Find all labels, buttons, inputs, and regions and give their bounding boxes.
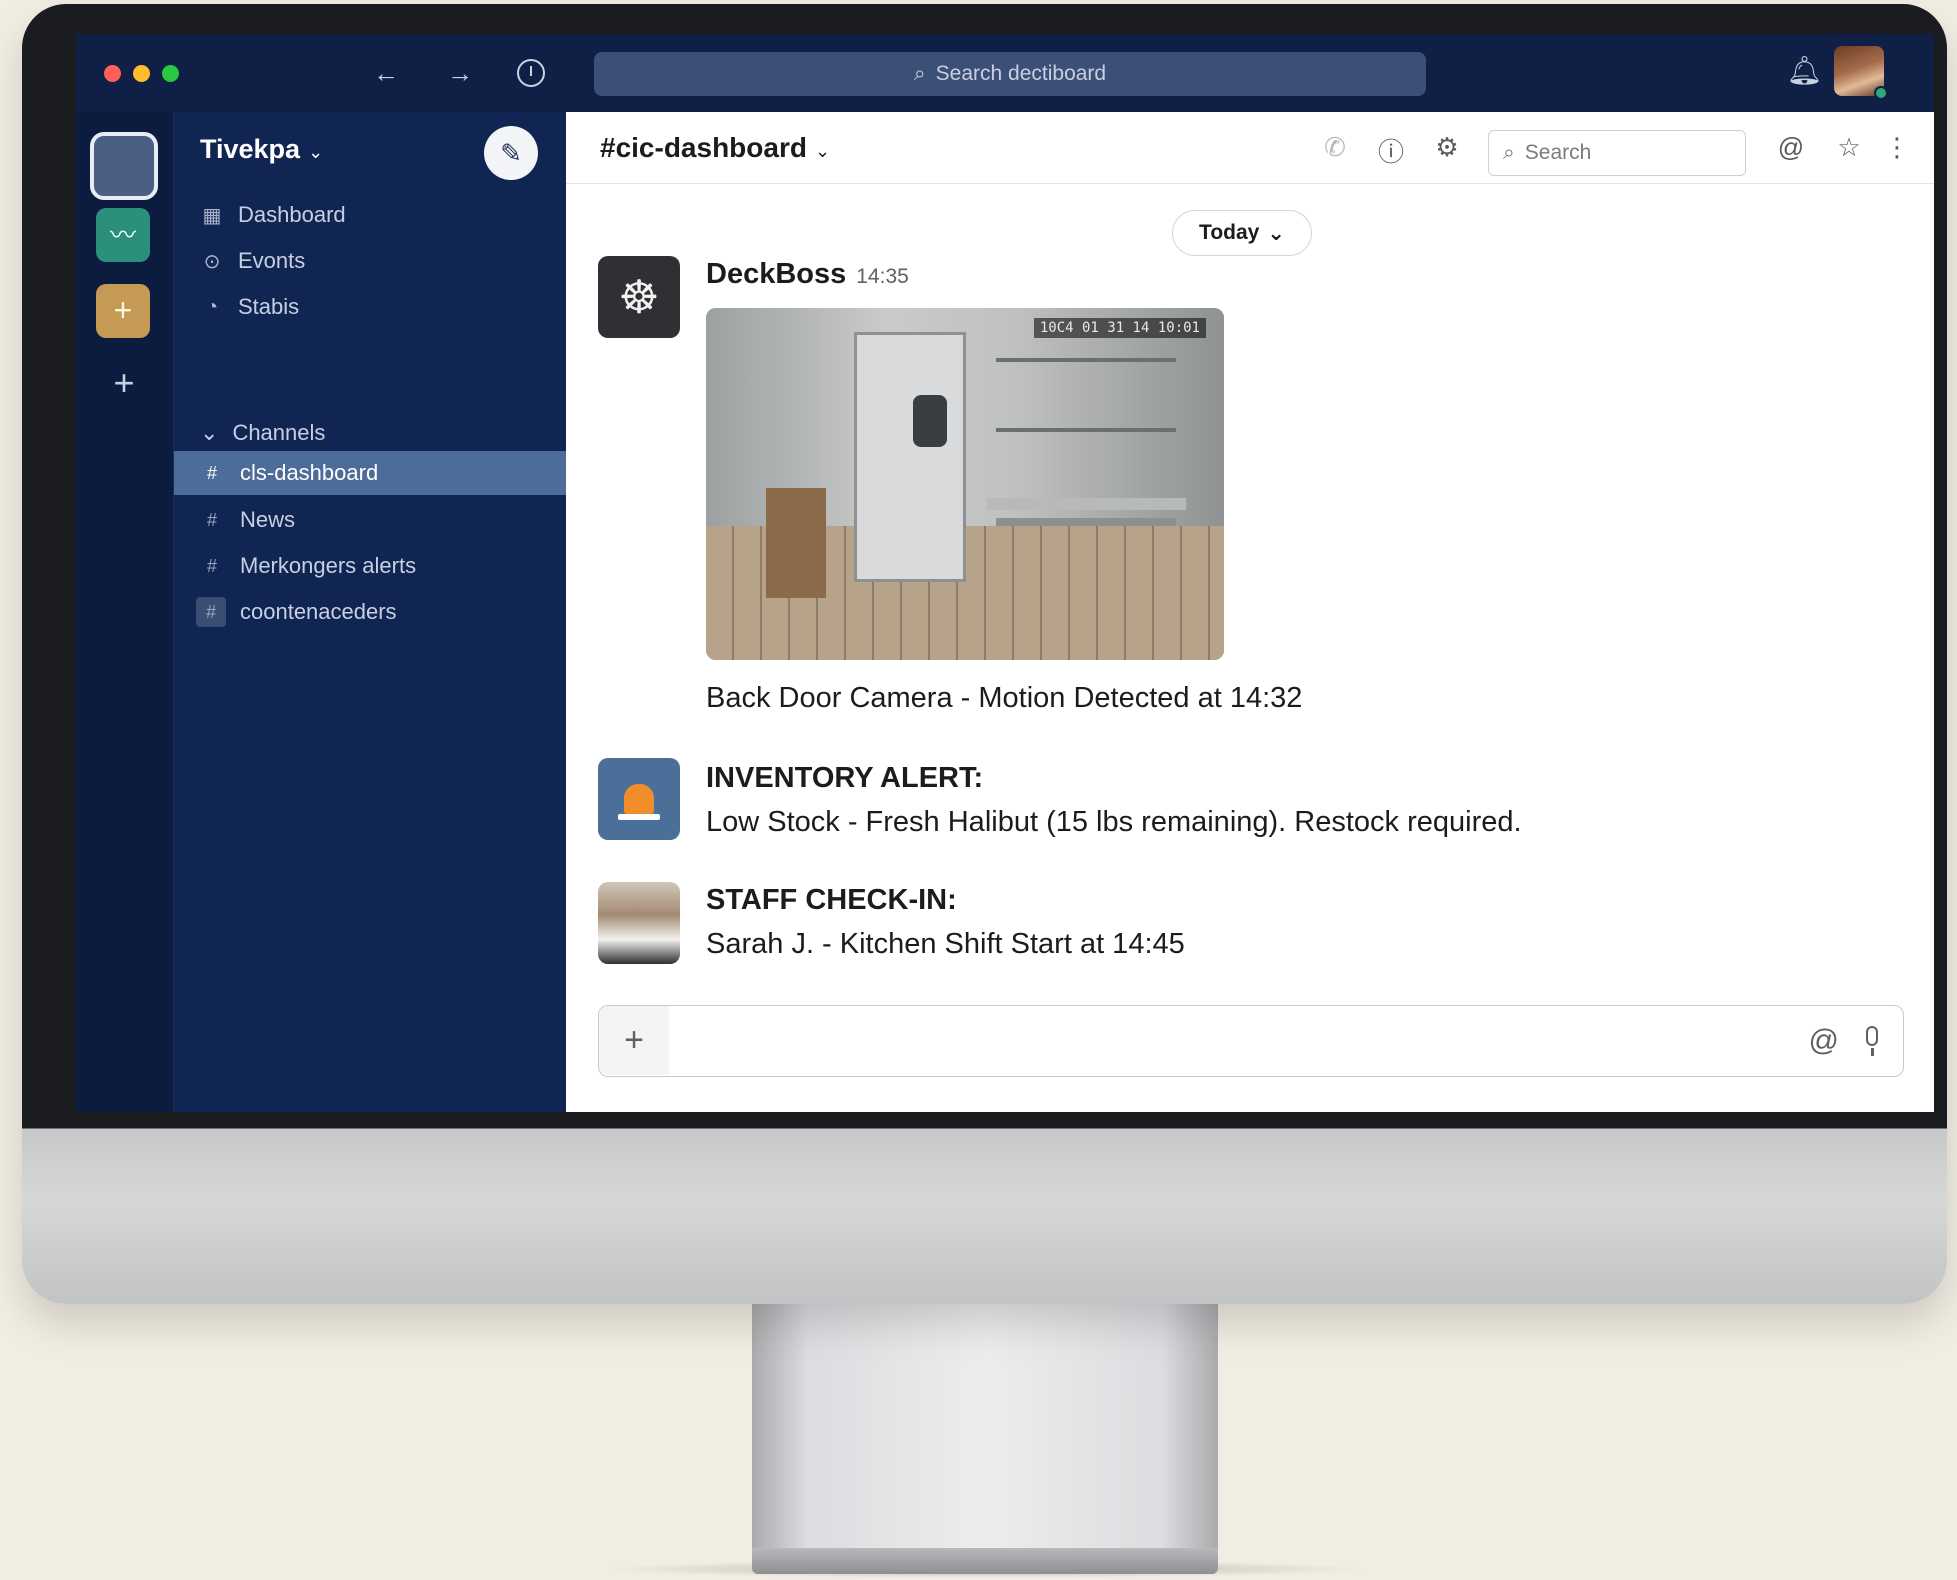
star-icon[interactable]: ☆	[1832, 132, 1866, 163]
date-divider-label: Today	[1199, 221, 1260, 244]
date-divider-button[interactable]: Today ⌄	[1172, 210, 1312, 256]
forward-arrow-icon[interactable]: →	[443, 58, 477, 89]
author-name: DeckBoss	[706, 258, 847, 290]
channel-search-placeholder: Search	[1524, 141, 1592, 164]
global-search-placeholder: Search dectiboard	[935, 62, 1107, 85]
search-icon: ⌕	[913, 62, 926, 85]
chevron-down-icon: ⌄	[814, 141, 831, 161]
message-text: Back Door Camera - Motion Detected at 14…	[706, 682, 1303, 714]
message-heading: INVENTORY ALERT:	[706, 762, 984, 794]
window-controls	[104, 64, 179, 82]
monitor-stand	[752, 1300, 1218, 1548]
channel-title: #cic-dashboard	[600, 132, 807, 163]
presence-indicator	[1874, 86, 1888, 100]
alert-avatar[interactable]	[598, 758, 680, 840]
message-author[interactable]: DeckBoss 14:35	[706, 258, 909, 291]
compose-button[interactable]: ✎	[484, 126, 538, 180]
message-composer[interactable]: + @	[598, 1005, 1904, 1077]
mention-icon[interactable]: @	[1774, 132, 1808, 163]
sidebar-item-channel[interactable]: # Merkongers alerts	[174, 544, 566, 588]
workspace-name-menu[interactable]: Tivekpa ⌄	[200, 134, 323, 165]
sidebar-item-channel[interactable]: # cls-dashboard	[174, 451, 566, 495]
settings-icon[interactable]: ⚙	[1430, 132, 1464, 163]
channel-label: Merkongers alerts	[240, 553, 417, 578]
workspace-switcher-active[interactable]	[90, 132, 158, 200]
sidebar-item-channel[interactable]: # coontenaceders	[174, 590, 566, 634]
camera-table	[986, 498, 1186, 510]
message-text: Sarah J. - Kitchen Shift Start at 14:45	[706, 928, 1185, 960]
global-search-bar[interactable]: ⌕ Search dectiboard	[594, 52, 1426, 96]
ship-wheel-icon: ☸	[618, 271, 660, 323]
siren-icon	[624, 784, 654, 814]
workspace-rail: 〰 + +	[76, 112, 174, 1112]
title-bar: ← → ⌕ Search dectiboard 🔔︎	[76, 34, 1934, 112]
history-navigation: ← →	[369, 58, 545, 89]
plus-workspace-icon[interactable]: +	[96, 284, 150, 338]
channel-title-menu[interactable]: #cic-dashboard ⌄	[600, 132, 830, 164]
bell-icon[interactable]: 🔔︎	[1786, 54, 1822, 87]
workspace-name: Tivekpa	[200, 134, 301, 164]
sidebar-item-channel[interactable]: # News	[174, 498, 566, 542]
sidebar-item-events[interactable]: ⊙ Evonts	[200, 248, 306, 274]
camera-timestamp: 10C4 01 31 14 10:01	[1033, 318, 1206, 338]
chart-workspace-icon[interactable]: 〰	[96, 208, 150, 262]
microphone-stem	[1871, 1048, 1874, 1056]
channel-label: cls-dashboard	[240, 460, 379, 485]
sidebar-item-label: Dashboard	[238, 202, 346, 227]
minimize-window-button[interactable]	[133, 64, 150, 82]
chevron-down-icon: ⌄	[308, 142, 324, 162]
close-window-button[interactable]	[104, 64, 121, 82]
siren-base	[618, 814, 660, 820]
sidebar-item-label: Stabis	[238, 294, 300, 319]
mention-icon[interactable]: @	[1809, 1024, 1839, 1058]
chevron-down-icon: ⌄	[200, 420, 219, 445]
phone-icon[interactable]: ✆	[1318, 132, 1352, 163]
stats-icon: ◔	[205, 295, 219, 318]
camera-shelf	[996, 358, 1176, 598]
plus-icon[interactable]: +	[599, 1006, 669, 1075]
camera-door	[854, 332, 966, 582]
events-icon: ⊙	[203, 250, 221, 273]
message-heading: STAFF CHECK-IN:	[706, 884, 957, 916]
search-icon: ⌕	[1503, 141, 1515, 164]
channel-label: News	[240, 507, 296, 532]
microphone-icon[interactable]	[1861, 1026, 1883, 1056]
add-workspace-button[interactable]: +	[104, 362, 144, 404]
dashboard-icon: ▦	[202, 204, 222, 227]
user-avatar[interactable]	[1834, 46, 1888, 100]
sidebar-item-dashboard[interactable]: ▦ Dashboard	[200, 202, 346, 228]
sidebar-item-stats[interactable]: ◔ Stabis	[200, 294, 299, 320]
camera-boxes	[766, 488, 826, 598]
hash-icon: #	[206, 462, 217, 483]
message-text: Low Stock - Fresh Halibut (15 lbs remain…	[706, 806, 1522, 838]
history-icon[interactable]	[517, 59, 545, 87]
camera-snapshot-image[interactable]: 10C4 01 31 14 10:01	[706, 308, 1224, 660]
compose-icon: ✎	[500, 138, 522, 168]
sidebar: Tivekpa ⌄ ✎ ▦ Dashboard ⊙ Evonts ◔ Stabis…	[174, 112, 566, 1112]
camera-door-window	[913, 395, 947, 447]
deckboss-avatar[interactable]: ☸	[598, 256, 680, 338]
more-icon[interactable]: ⋮	[1880, 132, 1914, 163]
hash-icon: #	[196, 597, 226, 627]
channels-section-toggle[interactable]: ⌄ Channels	[200, 420, 325, 446]
channel-label: coontenaceders	[240, 599, 397, 624]
hash-icon: #	[206, 555, 217, 576]
back-arrow-icon[interactable]: ←	[369, 58, 403, 89]
info-icon[interactable]: ⓘ	[1374, 132, 1408, 169]
message-time: 14:35	[856, 265, 909, 288]
channels-heading: Channels	[232, 420, 326, 445]
channel-view: #cic-dashboard ⌄ ✆ ⓘ ⚙ ⌕ Search @ ☆ ⋮ Tod…	[566, 112, 1934, 1112]
staff-avatar[interactable]	[598, 882, 680, 964]
zoom-window-button[interactable]	[162, 64, 179, 82]
monitor-stand-foot	[752, 1548, 1218, 1574]
channel-header: #cic-dashboard ⌄ ✆ ⓘ ⚙ ⌕ Search @ ☆ ⋮	[566, 112, 1934, 184]
microphone-capsule	[1866, 1026, 1878, 1046]
app-window: ← → ⌕ Search dectiboard 🔔︎ 〰 + + Tivekpa…	[76, 34, 1934, 1112]
monitor: ← → ⌕ Search dectiboard 🔔︎ 〰 + + Tivekpa…	[22, 4, 1947, 1304]
hash-icon: #	[206, 509, 217, 530]
chevron-down-icon: ⌄	[1267, 221, 1285, 245]
channel-search-input[interactable]: ⌕ Search	[1488, 130, 1746, 176]
sidebar-item-label: Evonts	[238, 248, 306, 273]
